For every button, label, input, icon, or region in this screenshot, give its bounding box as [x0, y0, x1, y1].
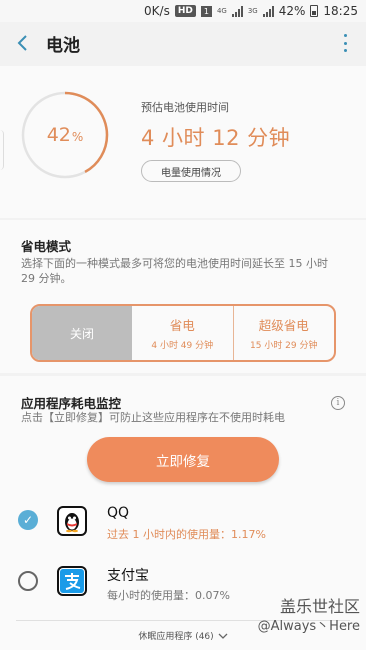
power-saving-title: 省电模式 — [21, 239, 72, 254]
hd-voice-icon: HD — [174, 5, 196, 17]
estimate-label: 预估电池使用时间 — [141, 101, 229, 114]
mode-ultra-saving-button[interactable]: 超级省电 15 小时 29 分钟 — [232, 306, 335, 360]
fix-now-button[interactable]: 立即修复 — [87, 437, 279, 482]
mode-ultra-saving-time: 15 小时 29 分钟 — [250, 341, 318, 351]
battery-percent-value: 42 — [46, 124, 71, 146]
battery-status-card: 42% 预估电池使用时间 4 小时 12 分钟 电量使用情况 — [0, 66, 366, 218]
back-button[interactable] — [0, 22, 46, 64]
battery-usage-button[interactable]: 电量使用情况 — [141, 160, 241, 182]
battery-ring: 42% — [20, 90, 110, 180]
app-name: 支付宝 — [107, 568, 149, 584]
sim-icon: 1 — [200, 5, 212, 17]
chevron-down-icon — [218, 633, 228, 639]
power-mode-selector: 关闭 省电 4 小时 49 分钟 超级省电 15 小时 29 分钟 — [30, 304, 336, 362]
clock: 18:25 — [323, 4, 358, 18]
app-name: QQ — [107, 505, 130, 521]
watermark: 盖乐世社区 @Always丶Here — [257, 597, 360, 634]
mode-off-button[interactable]: 关闭 — [32, 306, 132, 360]
network-speed: 0K/s — [144, 4, 170, 18]
power-saving-card: 省电模式 选择下面的一种模式最多可将您的电池使用时间延长至 15 小时 29 分… — [0, 220, 366, 373]
edge-handle[interactable] — [0, 130, 4, 170]
battery-icon — [310, 5, 319, 17]
checkbox-checked-icon[interactable]: ✓ — [18, 510, 38, 530]
estimate-value: 4 小时 12 分钟 — [141, 126, 291, 150]
sleeping-apps-label: 休眠应用程序 (46) — [138, 632, 214, 642]
signal-icon — [231, 5, 243, 17]
signal-icon-2 — [262, 5, 274, 17]
app-usage-stat: 过去 1 小时内的使用量：1.17% — [107, 528, 266, 541]
qq-penguin-icon — [57, 506, 87, 536]
mode-power-saving-button[interactable]: 省电 4 小时 49 分钟 — [132, 306, 233, 360]
app-monitor-description: 点击【立即修复】可防止这些应用程序在不使用时耗电 — [21, 411, 285, 424]
mode-power-saving-label: 省电 — [169, 318, 195, 333]
power-saving-description: 选择下面的一种模式最多可将您的电池使用时间延长至 15 小时 29 分钟。 — [21, 257, 328, 285]
more-options-icon[interactable] — [340, 34, 350, 52]
alipay-icon — [57, 566, 87, 596]
battery-percent: 42% — [278, 4, 306, 18]
mode-ultra-saving-label: 超级省电 — [258, 318, 309, 333]
checkbox-unchecked-icon[interactable] — [18, 571, 38, 591]
list-item[interactable]: ✓ QQ 过去 1 小时内的使用量：1.17% — [0, 497, 366, 547]
mode-power-saving-time: 4 小时 49 分钟 — [151, 341, 214, 351]
status-bar: 0K/s HD 1 4G 3G 42% 18:25 — [0, 0, 366, 22]
network-4g-icon: 4G — [216, 7, 227, 15]
info-icon[interactable]: i — [331, 396, 345, 410]
network-3g-icon: 3G — [247, 7, 258, 15]
back-arrow-icon — [17, 35, 27, 51]
page-title: 电池 — [46, 35, 80, 56]
app-usage-stat: 每小时的使用量：0.07% — [107, 589, 230, 602]
app-bar: 电池 — [0, 22, 366, 64]
battery-percent-unit: % — [71, 130, 84, 144]
